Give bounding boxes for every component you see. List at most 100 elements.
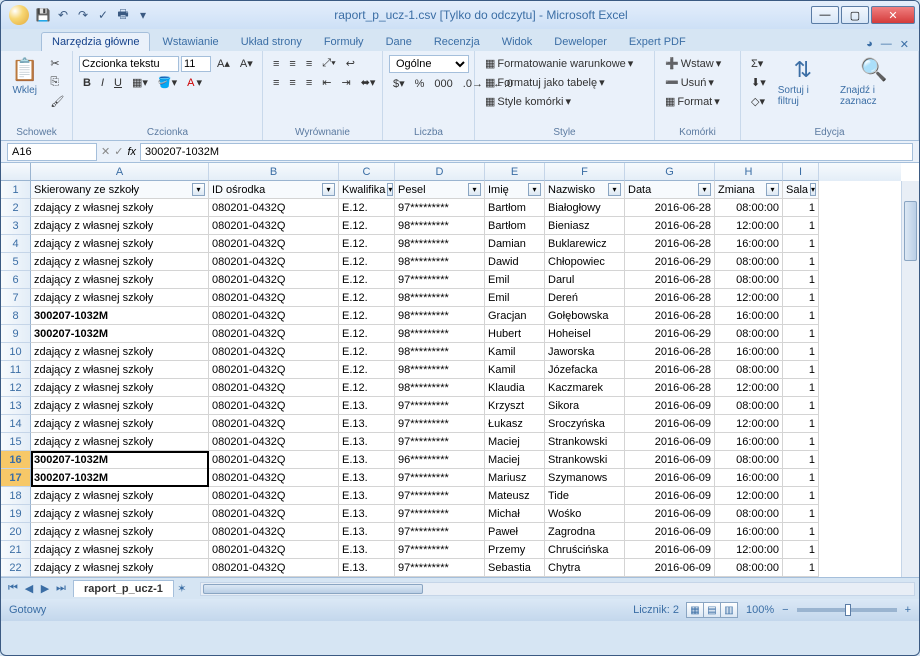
cell[interactable]: Gołębowska [545, 307, 625, 325]
cell[interactable]: 080201-0432Q [209, 253, 339, 271]
cell[interactable]: E.12. [339, 361, 395, 379]
qat-more-icon[interactable]: ▾ [135, 7, 151, 23]
cell[interactable]: E.12. [339, 199, 395, 217]
cell[interactable]: Dawid [485, 253, 545, 271]
cell[interactable]: 97********* [395, 541, 485, 559]
align-mid-button[interactable]: ≡ [285, 56, 299, 72]
cell[interactable]: 12:00:00 [715, 289, 783, 307]
sort-filter-button[interactable]: ⇅Sortuj i filtruj [774, 55, 832, 109]
cell[interactable]: Paweł [485, 523, 545, 541]
print-icon[interactable]: 🖶 [115, 7, 131, 23]
align-center-button[interactable]: ≡ [285, 75, 299, 91]
cell[interactable]: Chruścińska [545, 541, 625, 559]
cell[interactable]: 2016-06-28 [625, 289, 715, 307]
cell[interactable]: Kamil [485, 343, 545, 361]
cell[interactable]: 300207-1032M [31, 325, 209, 343]
cell[interactable]: E.12. [339, 379, 395, 397]
formula-bar[interactable] [140, 143, 913, 161]
column-header[interactable]: A [31, 163, 209, 181]
cell[interactable]: zdający z własnej szkoły [31, 523, 209, 541]
page-break-view-button[interactable]: ▥ [720, 602, 738, 618]
cell[interactable]: 080201-0432Q [209, 523, 339, 541]
filter-dropdown-icon[interactable]: ▾ [468, 183, 481, 196]
align-bot-button[interactable]: ≡ [302, 56, 316, 72]
cell[interactable]: 16:00:00 [715, 307, 783, 325]
cell[interactable]: 2016-06-09 [625, 469, 715, 487]
cell[interactable]: Bartłom [485, 217, 545, 235]
insert-cells-button[interactable]: ➕ Wstaw ▾ [661, 55, 725, 72]
percent-button[interactable]: % [411, 76, 429, 92]
cell[interactable]: 1 [783, 217, 819, 235]
cell[interactable]: E.13. [339, 559, 395, 577]
cell[interactable]: Strankowski [545, 433, 625, 451]
cell[interactable]: Krzyszt [485, 397, 545, 415]
worksheet-grid[interactable]: ABCDEFGHI 123456789101112131415161718192… [1, 163, 919, 577]
column-header[interactable]: F [545, 163, 625, 181]
comma-button[interactable]: 000 [430, 76, 456, 92]
cell[interactable]: Bieniasz [545, 217, 625, 235]
cell[interactable]: zdający z własnej szkoły [31, 253, 209, 271]
cell[interactable]: Klaudia [485, 379, 545, 397]
cell[interactable]: zdający z własnej szkoły [31, 487, 209, 505]
cell[interactable]: zdający z własnej szkoły [31, 235, 209, 253]
cell[interactable]: 97********* [395, 271, 485, 289]
minimize-button[interactable]: — [811, 6, 839, 24]
filter-header-cell[interactable]: Imię▾ [485, 181, 545, 199]
cell[interactable]: 080201-0432Q [209, 487, 339, 505]
cell[interactable]: 98********* [395, 343, 485, 361]
cell[interactable]: 12:00:00 [715, 379, 783, 397]
cell[interactable]: 2016-06-09 [625, 415, 715, 433]
cell[interactable]: 080201-0432Q [209, 559, 339, 577]
row-header[interactable]: 8 [1, 307, 31, 325]
cell[interactable]: zdający z własnej szkoły [31, 217, 209, 235]
wrap-text-button[interactable]: ↩ [342, 55, 359, 72]
zoom-level[interactable]: 100% [746, 604, 774, 616]
conditional-format-button[interactable]: ▦ Formatowanie warunkowe ▾ [481, 55, 637, 72]
cell[interactable]: zdający z własnej szkoły [31, 559, 209, 577]
shrink-font-button[interactable]: A▾ [236, 55, 257, 72]
cell[interactable]: zdający z własnej szkoły [31, 415, 209, 433]
grow-font-button[interactable]: A▴ [213, 55, 234, 72]
cell[interactable]: Emil [485, 289, 545, 307]
cell[interactable]: 1 [783, 505, 819, 523]
cell[interactable]: 1 [783, 433, 819, 451]
cell[interactable]: Darul [545, 271, 625, 289]
increase-indent-button[interactable]: ⇥ [337, 74, 354, 91]
cell[interactable]: Kamil [485, 361, 545, 379]
tab-expertpdf[interactable]: Expert PDF [619, 33, 696, 51]
cell[interactable]: 2016-06-28 [625, 307, 715, 325]
number-format-combo[interactable]: Ogólne [389, 55, 469, 73]
cell[interactable]: zdający z własnej szkoły [31, 541, 209, 559]
close-button[interactable]: ✕ [871, 6, 915, 24]
cell[interactable]: E.13. [339, 523, 395, 541]
cell[interactable]: 2016-06-28 [625, 343, 715, 361]
cell[interactable]: 080201-0432Q [209, 199, 339, 217]
cell[interactable]: 97********* [395, 433, 485, 451]
cell[interactable]: 12:00:00 [715, 415, 783, 433]
column-header[interactable]: B [209, 163, 339, 181]
cell[interactable]: 08:00:00 [715, 361, 783, 379]
cell[interactable]: 12:00:00 [715, 487, 783, 505]
cell[interactable]: 98********* [395, 253, 485, 271]
cell[interactable]: 080201-0432Q [209, 379, 339, 397]
cell[interactable]: 1 [783, 307, 819, 325]
cell[interactable]: 98********* [395, 217, 485, 235]
cell[interactable]: 98********* [395, 325, 485, 343]
cell[interactable]: 97********* [395, 397, 485, 415]
filter-dropdown-icon[interactable]: ▾ [322, 183, 335, 196]
filter-header-cell[interactable]: ID ośrodka▾ [209, 181, 339, 199]
clear-button[interactable]: ◇▾ [747, 93, 770, 110]
orientation-button[interactable]: ⤢▾ [318, 55, 339, 72]
cell[interactable]: 12:00:00 [715, 541, 783, 559]
cell[interactable]: E.12. [339, 235, 395, 253]
cell[interactable]: Hubert [485, 325, 545, 343]
undo-icon[interactable]: ↶ [55, 7, 71, 23]
cell[interactable]: Chłopowiec [545, 253, 625, 271]
cell[interactable]: 96********* [395, 451, 485, 469]
cell[interactable]: 08:00:00 [715, 397, 783, 415]
cell[interactable]: E.12. [339, 307, 395, 325]
filter-dropdown-icon[interactable]: ▾ [528, 183, 541, 196]
cell[interactable]: 1 [783, 325, 819, 343]
cell[interactable]: 98********* [395, 379, 485, 397]
cell[interactable]: Chytra [545, 559, 625, 577]
